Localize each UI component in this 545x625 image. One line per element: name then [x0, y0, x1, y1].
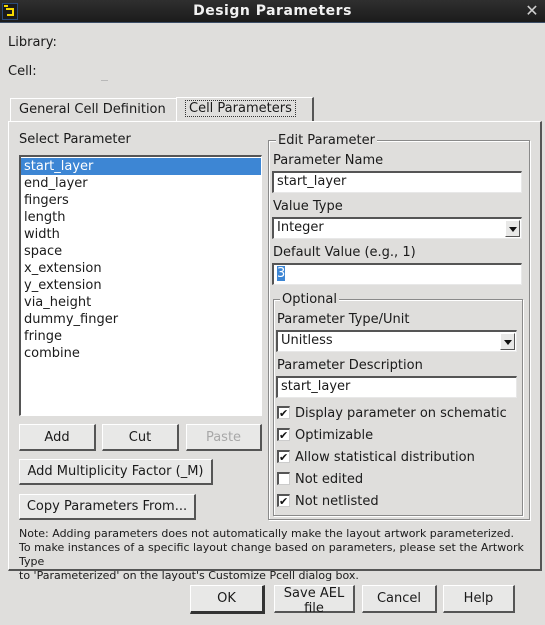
checkbox-checked-icon[interactable]	[277, 404, 290, 424]
default-value-input[interactable]: 3	[272, 263, 522, 285]
list-item[interactable]: via_height	[21, 294, 261, 311]
help-button[interactable]: Help	[443, 585, 515, 613]
library-label: Library:	[8, 35, 57, 50]
cut-button[interactable]: Cut	[102, 424, 179, 451]
tab-cell-parameters[interactable]: Cell Parameters	[176, 97, 314, 122]
note-line: Note: Adding parameters does not automat…	[19, 527, 514, 540]
checkbox-checked-icon[interactable]	[277, 426, 290, 446]
parameter-type-unit-value: Unitless	[281, 333, 333, 348]
parameter-description-label: Parameter Description	[277, 358, 423, 373]
default-value-label: Default Value (e.g., 1)	[273, 245, 416, 260]
chevron-down-icon[interactable]	[500, 333, 515, 350]
list-item[interactable]: combine	[21, 345, 261, 362]
list-item[interactable]: space	[21, 243, 261, 260]
add-multiplicity-factor-button[interactable]: Add Multiplicity Factor (_M)	[19, 459, 213, 485]
list-item[interactable]: end_layer	[21, 175, 261, 192]
note-line: To make instances of a specific layout c…	[19, 541, 524, 568]
checkbox-label: Allow statistical distribution	[295, 450, 475, 465]
list-item[interactable]: fringe	[21, 328, 261, 345]
tab-general-cell-definition[interactable]: General Cell Definition	[10, 98, 177, 122]
tab-label: General Cell Definition	[19, 102, 166, 117]
parameter-list[interactable]: start_layer end_layer fingers length wid…	[19, 155, 262, 416]
close-icon[interactable]: ✕	[523, 2, 541, 20]
allow-statistical-distribution-checkbox[interactable]: Allow statistical distribution	[277, 448, 475, 468]
note-text: Note: Adding parameters does not automat…	[19, 527, 545, 583]
value-type-select[interactable]: Integer	[272, 217, 522, 239]
paste-button[interactable]: Paste	[186, 424, 262, 451]
parameter-type-unit-label: Parameter Type/Unit	[277, 312, 410, 327]
checkbox-label: Display parameter on schematic	[295, 406, 507, 421]
checkbox-label: Not edited	[295, 472, 364, 487]
not-edited-checkbox[interactable]: Not edited	[277, 470, 363, 490]
checkbox-checked-icon[interactable]	[277, 448, 290, 468]
default-value-text: 3	[277, 266, 286, 281]
edit-parameter-legend: Edit Parameter	[276, 133, 377, 148]
tab-label: Cell Parameters	[185, 100, 296, 117]
parameter-description-input[interactable]: start_layer	[276, 376, 517, 398]
copy-parameters-from-button[interactable]: Copy Parameters From...	[19, 494, 196, 520]
window-title: Design Parameters	[193, 3, 352, 19]
display-on-schematic-checkbox[interactable]: Display parameter on schematic	[277, 404, 507, 424]
not-netlisted-checkbox[interactable]: Not netlisted	[277, 492, 379, 512]
list-item[interactable]: start_layer	[21, 158, 261, 175]
cancel-button[interactable]: Cancel	[362, 585, 437, 613]
note-line: to 'Parameterized' on the layout's Custo…	[19, 569, 359, 582]
cell-value	[101, 80, 108, 81]
optimizable-checkbox[interactable]: Optimizable	[277, 426, 373, 446]
list-item[interactable]: dummy_finger	[21, 311, 261, 328]
parameter-type-unit-select[interactable]: Unitless	[276, 330, 517, 352]
list-item[interactable]: fingers	[21, 192, 261, 209]
select-parameter-heading: Select Parameter	[19, 132, 131, 147]
cell-label: Cell:	[8, 64, 37, 79]
list-item[interactable]: y_extension	[21, 277, 261, 294]
checkbox-checked-icon[interactable]	[277, 492, 290, 512]
checkbox-label: Not netlisted	[295, 494, 379, 509]
list-item[interactable]: x_extension	[21, 260, 261, 277]
value-type-label: Value Type	[273, 199, 343, 214]
checkbox-label: Optimizable	[295, 428, 374, 443]
title-bar[interactable]: Design Parameters ✕	[0, 0, 545, 23]
list-item[interactable]: length	[21, 209, 261, 226]
save-ael-file-button[interactable]: Save AEL file	[274, 585, 355, 616]
add-button[interactable]: Add	[19, 424, 96, 451]
optional-legend: Optional	[280, 292, 339, 307]
ok-button[interactable]: OK	[190, 585, 265, 614]
chevron-down-icon[interactable]	[505, 220, 520, 237]
parameter-name-label: Parameter Name	[273, 153, 384, 168]
checkbox-unchecked-icon[interactable]	[277, 472, 290, 485]
list-item[interactable]: width	[21, 226, 261, 243]
parameter-name-input[interactable]: start_layer	[272, 171, 522, 193]
value-type-value: Integer	[277, 220, 324, 235]
